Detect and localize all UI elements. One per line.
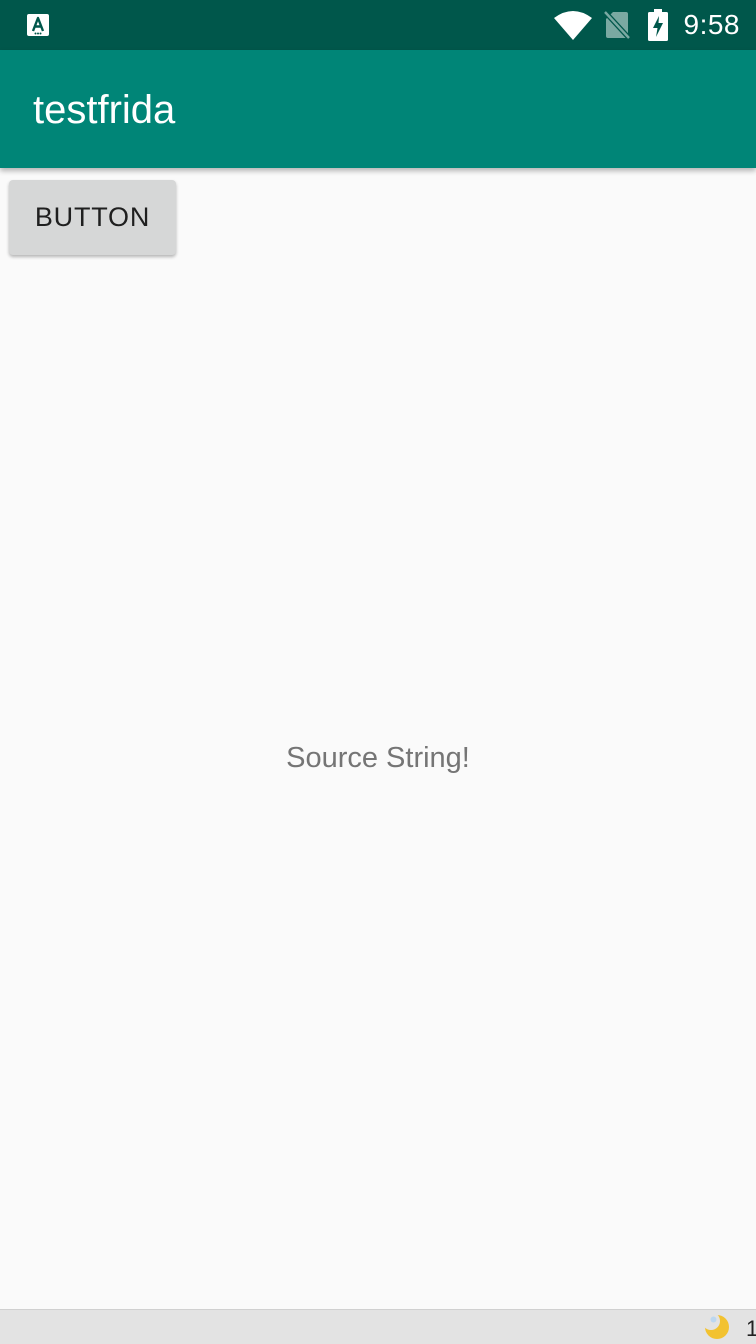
status-icons: 9:58	[553, 0, 741, 50]
no-sim-icon	[603, 10, 630, 40]
battery-charging-icon	[647, 9, 668, 41]
moon-icon	[703, 1313, 729, 1339]
bottom-bar	[0, 1309, 756, 1344]
status-time: 9:58	[683, 9, 740, 40]
app-screen: 9:58 testfrida BUTTON Source String! 1	[0, 0, 756, 1344]
main-button[interactable]: BUTTON	[9, 180, 176, 255]
source-string-label: Source String!	[286, 742, 470, 774]
app-bar: testfrida	[0, 50, 756, 168]
bottom-bar-text: 1	[746, 1316, 756, 1341]
wifi-icon	[553, 11, 592, 40]
status-bar: 9:58	[0, 0, 756, 50]
app-title: testfrida	[33, 88, 176, 132]
accessibility-icon	[27, 14, 49, 36]
